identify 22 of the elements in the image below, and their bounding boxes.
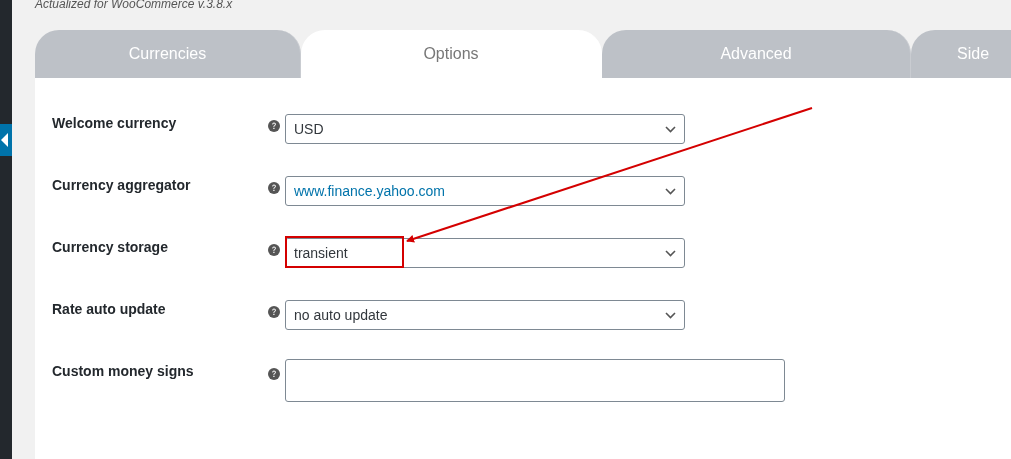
help-icon[interactable]: [268, 244, 280, 256]
help-icon[interactable]: [268, 368, 280, 380]
setting-label: Custom money signs: [52, 362, 195, 379]
setting-label: Currency storage: [52, 238, 169, 255]
chevron-down-icon: [665, 249, 676, 257]
help-icon[interactable]: [268, 306, 280, 318]
help-icon[interactable]: [268, 182, 280, 194]
select-field[interactable]: transient: [285, 238, 685, 268]
chevron-down-icon: [665, 187, 676, 195]
setting-label: Welcome currency: [52, 114, 178, 131]
chevron-down-icon: [665, 125, 676, 133]
setting-label: Currency aggregator: [52, 176, 192, 193]
chevron-down-icon: [665, 311, 676, 319]
setting-label: Rate auto update: [52, 300, 167, 317]
text-area[interactable]: [285, 359, 785, 402]
collapse-menu-icon[interactable]: [0, 124, 12, 156]
version-note: Actualized for WooCommerce v.3.8.x: [35, 0, 234, 12]
settings-tab[interactable]: Options: [301, 30, 602, 78]
select-field[interactable]: www.finance.yahoo.com: [285, 176, 685, 206]
select-field[interactable]: no auto update: [285, 300, 685, 330]
select-field[interactable]: USD: [285, 114, 685, 144]
help-icon[interactable]: [268, 120, 280, 132]
